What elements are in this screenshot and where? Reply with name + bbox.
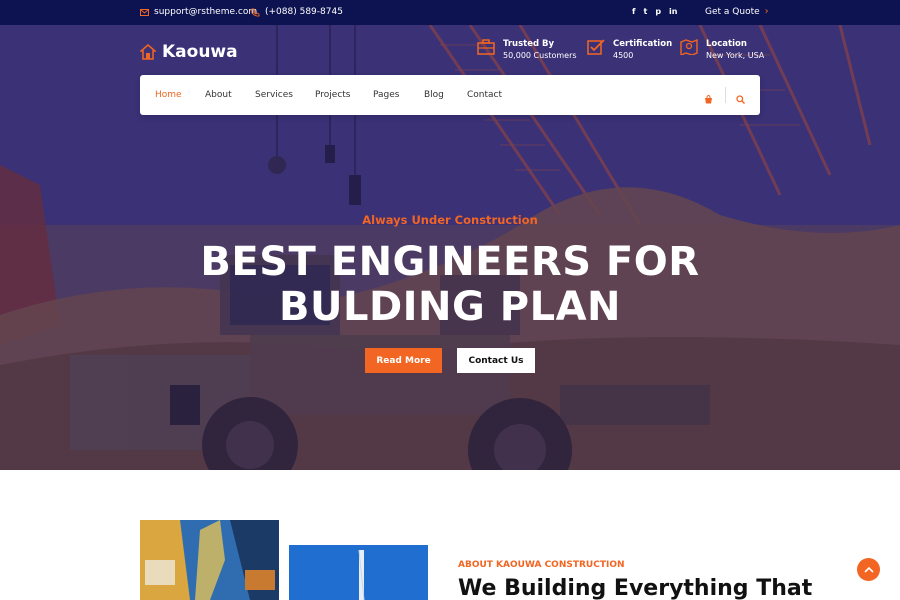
email-text[interactable]: support@rstheme.com xyxy=(154,7,257,17)
checkbox-icon xyxy=(587,39,605,55)
social-links: f t p in xyxy=(632,7,677,17)
nav-item-projects[interactable]: Projects xyxy=(315,90,350,100)
hero-headline-line2: BULDING PLAN xyxy=(278,284,621,330)
info-trusted-title: Trusted By xyxy=(503,39,555,49)
email-contact[interactable]: support@rstheme.com xyxy=(140,7,257,17)
contact-us-button[interactable]: Contact Us xyxy=(457,348,535,373)
chevron-up-icon xyxy=(863,566,874,573)
briefcase-icon xyxy=(477,39,495,55)
pinterest-icon[interactable]: p xyxy=(655,7,661,17)
phone-text[interactable]: (+088) 589-8745 xyxy=(265,7,343,17)
mail-icon xyxy=(140,8,149,16)
brand-logo[interactable]: Kaouwa xyxy=(140,42,238,62)
info-location-text: New York, USA xyxy=(706,51,765,60)
nav-item-services[interactable]: Services xyxy=(255,90,293,100)
top-bar: support@rstheme.com (+088) 589-8745 f t … xyxy=(0,0,900,25)
twitter-icon[interactable]: t xyxy=(643,7,647,17)
facebook-icon[interactable]: f xyxy=(632,7,635,17)
about-photo-crane xyxy=(289,545,428,600)
phone-contact[interactable]: (+088) 589-8745 xyxy=(251,7,343,17)
info-trusted: Trusted By 50,000 Customers xyxy=(477,39,577,61)
hero-section: Kaouwa Trusted By 50,000 Customers Certi… xyxy=(0,25,900,470)
nav-item-about[interactable]: About xyxy=(205,90,232,100)
main-navigation: Home About Services Projects Pages Blog … xyxy=(140,75,760,115)
scroll-to-top-button[interactable] xyxy=(857,558,880,581)
nav-divider xyxy=(725,87,726,103)
nav-item-home[interactable]: Home xyxy=(155,90,182,100)
info-certification-title: Certification xyxy=(613,39,673,49)
read-more-button[interactable]: Read More xyxy=(365,348,442,373)
phone-icon xyxy=(251,8,260,17)
about-kicker: ABOUT KAOUWA CONSTRUCTION xyxy=(458,560,625,570)
brand-name: Kaouwa xyxy=(162,42,238,62)
nav-item-contact[interactable]: Contact xyxy=(467,90,502,100)
about-photo-construction-site xyxy=(140,520,279,600)
info-location: Location New York, USA xyxy=(680,39,764,61)
get-a-quote-label: Get a Quote xyxy=(705,7,760,17)
info-trusted-text: 50,000 Customers xyxy=(503,51,577,60)
info-location-title: Location xyxy=(706,39,747,49)
about-title: We Building Everything That xyxy=(458,576,813,600)
hero-headline-line1: BEST ENGINEERS FOR xyxy=(200,239,700,285)
nav-item-pages[interactable]: Pages xyxy=(373,90,399,100)
linkedin-icon[interactable]: in xyxy=(669,7,677,17)
nav-item-blog[interactable]: Blog xyxy=(424,90,444,100)
hero-kicker: Always Under Construction xyxy=(362,213,538,227)
get-a-quote-link[interactable]: Get a Quote › xyxy=(705,6,769,18)
cart-icon[interactable] xyxy=(704,89,713,108)
house-logo-icon xyxy=(140,44,156,60)
search-icon[interactable] xyxy=(736,89,745,108)
info-certification: Certification 4500 xyxy=(587,39,672,61)
map-icon xyxy=(680,39,698,55)
info-certification-text: 4500 xyxy=(613,51,634,60)
chevron-right-icon: › xyxy=(764,6,769,17)
